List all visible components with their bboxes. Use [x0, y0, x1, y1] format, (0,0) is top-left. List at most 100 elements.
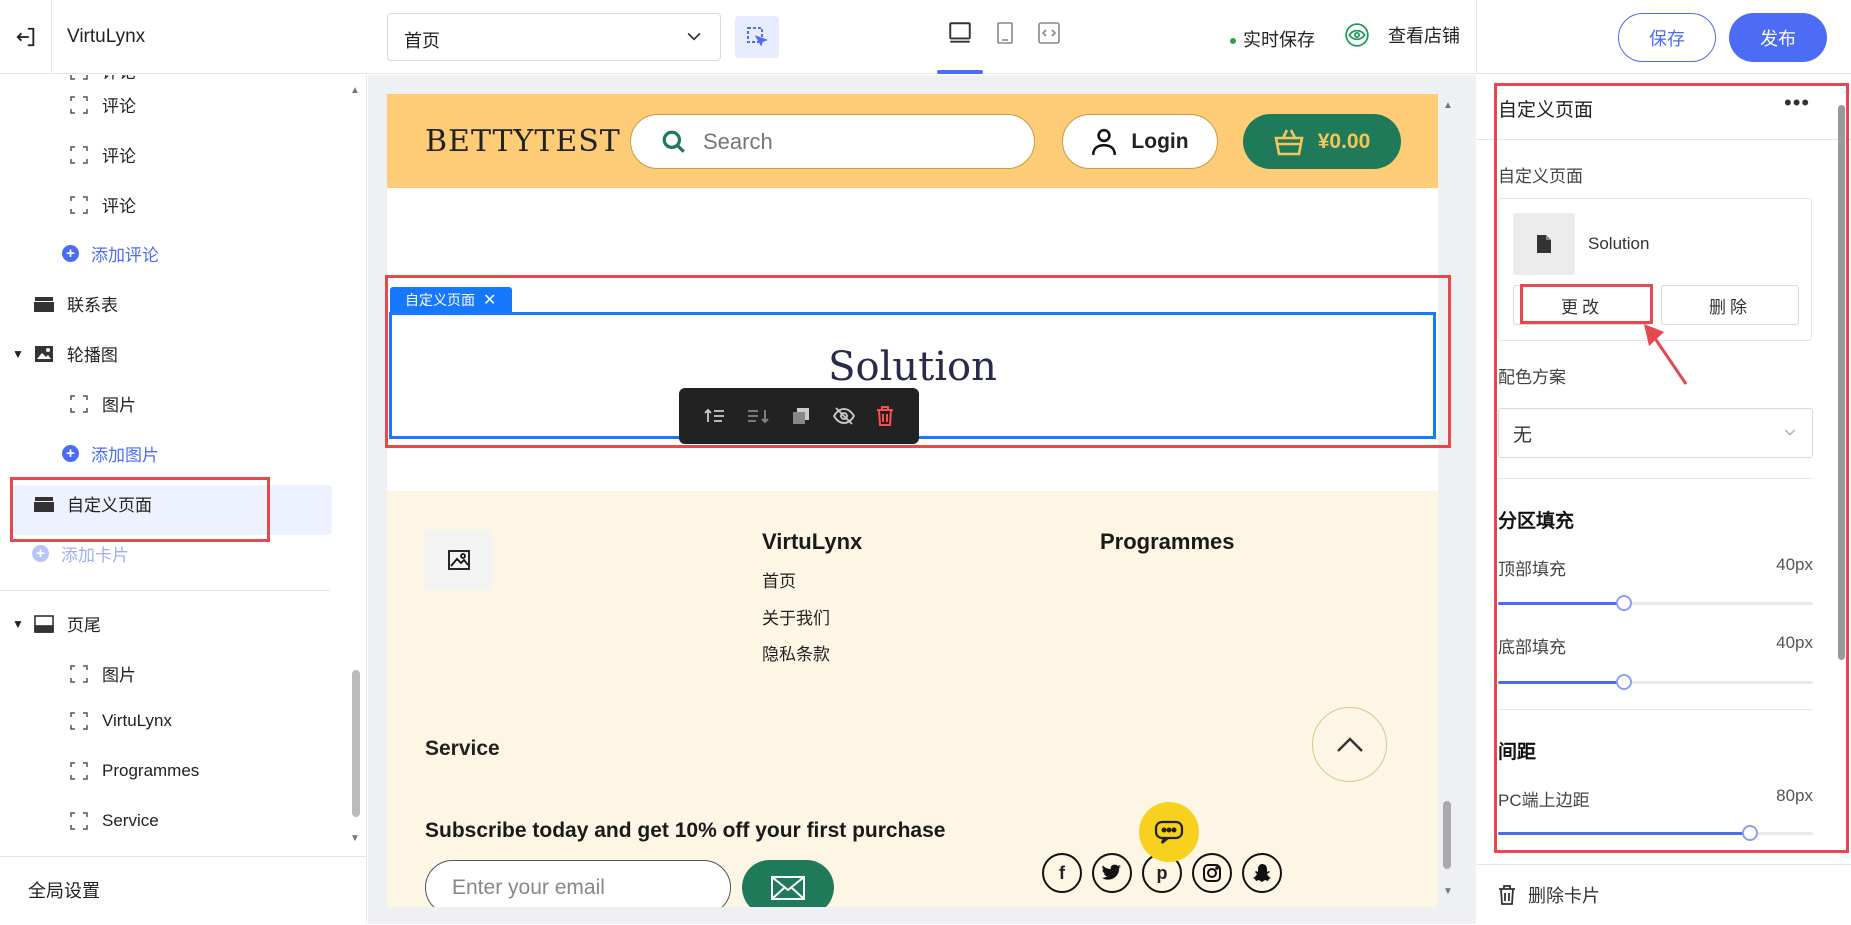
delete-card-button[interactable]: 删除卡片: [1477, 864, 1851, 924]
cart-total: ¥0.00: [1317, 129, 1371, 153]
outline-item-label: 联系表: [67, 296, 118, 315]
outline-item-carousel[interactable]: ▼ 轮播图: [12, 341, 118, 366]
outline-item-label: 页尾: [66, 616, 101, 635]
scrollbar-thumb[interactable]: [352, 670, 360, 817]
outline-item-label: 图片: [102, 666, 136, 685]
snapchat-icon[interactable]: [1242, 853, 1282, 893]
store-header: BETTYTEST Search Login ¥0.00: [387, 94, 1438, 188]
add-review-button[interactable]: + 添加评论: [62, 241, 159, 266]
section-icon: [33, 294, 55, 314]
autosave-status: 实时保存: [1230, 26, 1315, 52]
add-image-label: 添加图片: [91, 446, 159, 465]
divider: [0, 590, 330, 591]
facebook-icon[interactable]: f: [1042, 853, 1082, 893]
expand-icon: [1038, 22, 1060, 44]
twitter-icon[interactable]: [1092, 853, 1132, 893]
save-button[interactable]: 保存: [1618, 13, 1716, 62]
outline-item-image[interactable]: 图片: [68, 661, 136, 686]
outline-item-contact-form[interactable]: 联系表: [33, 291, 118, 316]
user-icon: [1092, 128, 1117, 155]
outline-item-review[interactable]: 评论: [68, 192, 136, 217]
footer-link-privacy[interactable]: 隐私条款: [762, 640, 830, 665]
plus-icon: +: [62, 245, 79, 262]
outline-item-footer[interactable]: ▼ 页尾: [12, 611, 101, 636]
mobile-view-button[interactable]: [990, 18, 1020, 48]
scroll-down-icon: ▼: [350, 833, 360, 844]
instagram-icon[interactable]: [1192, 853, 1232, 893]
global-settings[interactable]: 全局设置: [0, 856, 367, 924]
footer-logo-placeholder[interactable]: [425, 530, 493, 590]
footer-link-home[interactable]: 首页: [762, 567, 796, 592]
chat-widget-button[interactable]: [1139, 802, 1199, 862]
basket-icon: [1274, 128, 1304, 155]
settings-scrollbar[interactable]: [1836, 85, 1848, 845]
block-icon: [68, 811, 90, 831]
back-to-top-button[interactable]: [1312, 707, 1387, 782]
outline-item-label: 轮播图: [66, 346, 118, 365]
login-button[interactable]: Login: [1062, 114, 1218, 169]
fullwidth-view-button[interactable]: [1034, 18, 1064, 48]
delete-card-label: 删除卡片: [1528, 885, 1600, 906]
exit-icon: [15, 27, 34, 47]
outline-item-label: 评论: [102, 197, 136, 216]
publish-button[interactable]: 发布: [1729, 13, 1827, 62]
scrollbar-thumb[interactable]: [1443, 801, 1451, 869]
left-scrollbar[interactable]: ▲ ▼: [347, 85, 365, 845]
add-image-button[interactable]: + 添加图片: [62, 441, 159, 466]
outline-item-review[interactable]: 评论: [68, 142, 136, 167]
highlight-box: [10, 477, 270, 542]
scrollbar-thumb[interactable]: [1838, 105, 1845, 660]
block-icon: [68, 145, 90, 165]
trash-icon: [1499, 884, 1515, 905]
desktop-view-button[interactable]: [945, 18, 975, 48]
add-card-label: 添加卡片: [61, 546, 129, 565]
preview-scrollbar[interactable]: ▲ ▼: [1439, 94, 1457, 907]
outline-item-programmes[interactable]: Programmes: [68, 761, 199, 781]
plus-icon: +: [62, 445, 79, 462]
outline-item-service[interactable]: Service: [68, 811, 159, 831]
scroll-down-icon: ▼: [1443, 886, 1453, 897]
block-icon: [68, 75, 90, 81]
plus-icon: +: [32, 545, 49, 562]
add-card-button[interactable]: + 添加卡片: [32, 541, 129, 566]
footer-icon: [33, 614, 55, 634]
subscribe-email-input[interactable]: Enter your email: [425, 860, 731, 907]
image-gallery-icon: [33, 344, 55, 364]
outline-item-label: 评论: [102, 97, 136, 116]
scroll-up-icon: ▲: [350, 85, 360, 96]
block-icon: [68, 195, 90, 215]
cart-button[interactable]: ¥0.00: [1243, 114, 1401, 169]
view-store-link[interactable]: 查看店铺: [1344, 22, 1460, 48]
highlight-box: [1494, 83, 1849, 853]
app-name: VirtuLynx: [67, 26, 146, 47]
block-icon: [68, 711, 90, 731]
block-icon: [68, 394, 90, 414]
outline-item-image[interactable]: 图片: [68, 391, 136, 416]
active-view-indicator: [937, 70, 983, 74]
footer-service-title: Service: [425, 737, 500, 760]
status-dot: [1230, 38, 1236, 45]
image-icon: [448, 550, 470, 570]
footer-col-virtulynx: VirtuLynx: [762, 529, 863, 554]
add-review-label: 添加评论: [91, 246, 159, 265]
outline-item-label: 评论: [102, 75, 136, 83]
subscribe-send-button[interactable]: [742, 860, 834, 907]
exit-button[interactable]: [0, 0, 52, 74]
outline-item-virtulynx[interactable]: VirtuLynx: [68, 711, 172, 731]
outline-item-label: 评论: [102, 147, 136, 166]
outline-item-review[interactable]: 评论: [68, 75, 136, 83]
desktop-icon: [949, 22, 971, 43]
chat-icon: [1154, 820, 1184, 844]
footer-link-about[interactable]: 关于我们: [762, 604, 830, 629]
select-element-button[interactable]: [735, 16, 779, 58]
store-search-input[interactable]: Search: [630, 114, 1035, 169]
footer-col-programmes: Programmes: [1100, 529, 1235, 554]
envelope-icon: [771, 875, 805, 900]
search-placeholder: Search: [703, 128, 773, 154]
store-brand[interactable]: BETTYTEST: [425, 124, 621, 159]
highlight-box: [385, 275, 1451, 448]
autosave-label: 实时保存: [1243, 30, 1315, 50]
outline-item-review[interactable]: 评论: [68, 92, 136, 117]
chevron-down-icon: [687, 32, 701, 41]
page-select[interactable]: 首页: [387, 13, 721, 61]
